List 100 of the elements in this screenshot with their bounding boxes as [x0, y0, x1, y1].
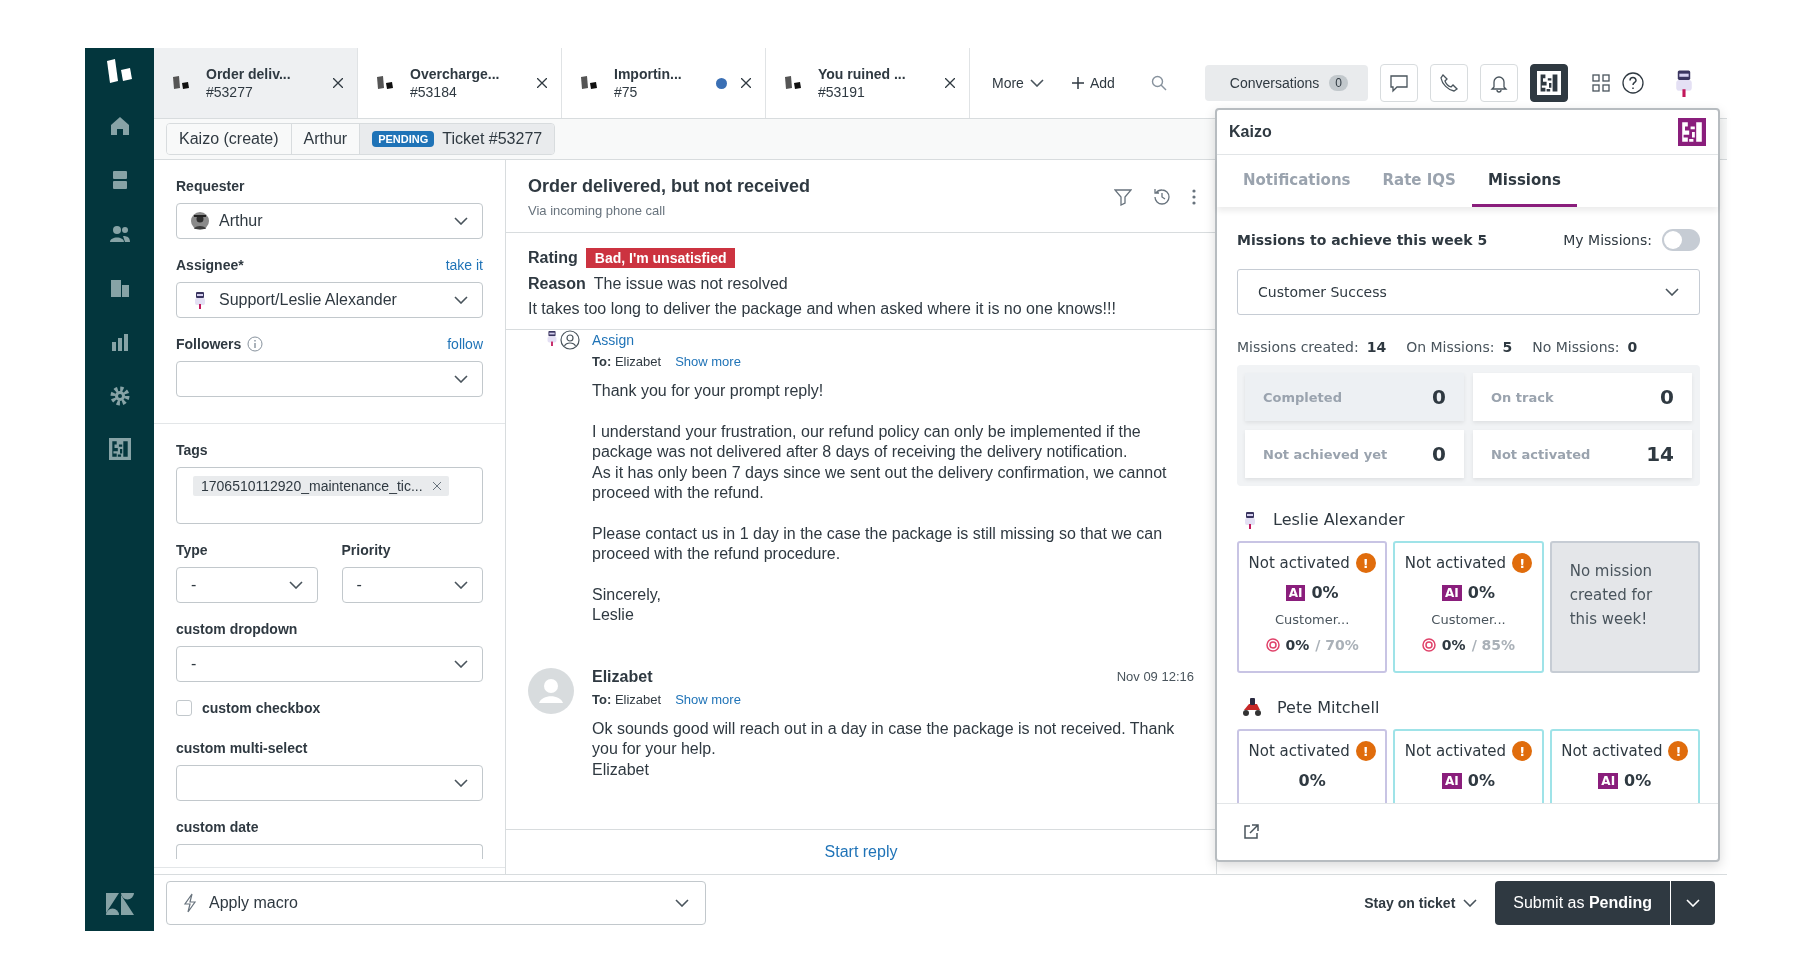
mission-percent: 0%: [1467, 771, 1495, 790]
tab-title: Importin...: [614, 65, 683, 83]
ticket-tab[interactable]: Order deliv... #53277: [154, 48, 358, 118]
add-button[interactable]: Add: [1063, 75, 1123, 91]
summary-tile[interactable]: Not activated 14: [1473, 430, 1692, 478]
tab-logo-icon: [172, 75, 192, 91]
mission-card[interactable]: Not activated ! 0%: [1237, 729, 1388, 803]
empty-mission-card: No mission created for this week!: [1549, 541, 1700, 673]
rating-badge: Bad, I'm unsatisfied: [585, 248, 736, 268]
tab-logo-icon: [376, 75, 396, 91]
history-icon[interactable]: [1152, 187, 1172, 207]
mission-percent: 0%: [1624, 771, 1652, 790]
field-link[interactable]: follow: [447, 336, 483, 352]
mission-card[interactable]: Not activated ! AI 0% Customer... 0% / 70%: [1237, 541, 1388, 673]
mission-card[interactable]: Not activated ! AI 0%: [1549, 729, 1700, 803]
mission-status: Not activated: [1248, 554, 1350, 572]
stay-on-ticket-button[interactable]: Stay on ticket: [1364, 895, 1478, 911]
tab-title: Order deliv...: [206, 65, 292, 83]
external-link-icon[interactable]: [1243, 824, 1259, 840]
close-icon[interactable]: [945, 78, 955, 88]
field-link[interactable]: take it: [445, 257, 483, 273]
warning-badge: !: [1512, 553, 1533, 573]
team-dropdown[interactable]: Customer Success: [1237, 269, 1700, 315]
message-paragraph: Ok sounds good will reach out in a day in case the package is not received. Thank you for your help. Elizabet: [592, 718, 1176, 780]
show-more-link[interactable]: Show more: [675, 691, 741, 707]
search-icon[interactable]: [1150, 75, 1167, 91]
close-icon[interactable]: [333, 78, 343, 88]
breadcrumb-item[interactable]: PENDING Ticket #53277: [360, 124, 555, 154]
mission-card[interactable]: Not activated ! AI 0% Customer... 0% / 85%: [1393, 541, 1544, 673]
mission-name: Customer...: [1431, 612, 1506, 627]
checkbox[interactable]: [176, 700, 192, 716]
lightning-icon: [183, 893, 197, 913]
field-label: Requester: [176, 178, 245, 194]
mission-stat: No Missions: 0: [1532, 339, 1638, 355]
product-logo-icon: [104, 58, 135, 84]
select-field[interactable]: Arthur: [176, 203, 483, 239]
warning-badge: !: [1355, 553, 1376, 573]
app-logo-icon: [108, 438, 131, 460]
filter-icon[interactable]: [1114, 188, 1132, 206]
field-label: custom multi-select: [176, 740, 308, 756]
mission-status: Not activated: [1561, 742, 1663, 760]
warning-badge: !: [1355, 741, 1376, 761]
phone-icon: [1439, 73, 1459, 93]
toggle-label: My Missions:: [1563, 232, 1652, 248]
conversations-button[interactable]: Conversations 0: [1204, 65, 1368, 101]
mission-card[interactable]: Not activated ! AI 0%: [1393, 729, 1544, 803]
select-field[interactable]: -: [341, 567, 483, 603]
chevron-down-icon: [454, 217, 468, 225]
breadcrumb-item[interactable]: Kaizo (create): [167, 124, 292, 154]
toolbar-button[interactable]: [1530, 64, 1568, 102]
target-icon: [1421, 638, 1436, 652]
apply-macro-field[interactable]: Apply macro: [166, 881, 706, 925]
show-more-link[interactable]: Show more: [675, 354, 741, 369]
more-button[interactable]: More: [984, 75, 1052, 91]
more-options-icon[interactable]: [1192, 189, 1196, 205]
field-label: custom date: [176, 819, 259, 835]
status-badge: PENDING: [372, 131, 435, 147]
warning-badge: !: [1668, 741, 1689, 761]
tab-title: You ruined ...: [818, 65, 907, 83]
chevron-down-icon: [288, 581, 303, 589]
message-paragraph: Please contact us in 1 day in the case the package is still missing so that we can proceed with the refund procedure.: [592, 523, 1164, 564]
summary-tile[interactable]: Not achieved yet 0: [1245, 430, 1464, 478]
summary-tile[interactable]: Completed 0: [1245, 373, 1464, 421]
kaizo-logo-icon: [1678, 118, 1706, 146]
select-field[interactable]: -: [176, 646, 483, 682]
ai-badge: AI: [1598, 772, 1619, 789]
panel-title: Kaizo: [1229, 123, 1272, 141]
close-icon[interactable]: [741, 78, 751, 88]
field-label: custom dropdown: [176, 621, 298, 637]
assign-link[interactable]: Assign: [592, 332, 635, 348]
bell-icon: [1489, 73, 1509, 93]
select-field[interactable]: -: [176, 567, 318, 603]
ticket-title: Order delivered, but not received: [528, 176, 812, 197]
ticket-channel: Via incoming phone call: [528, 203, 667, 218]
chevron-down-icon: [1686, 899, 1700, 907]
my-missions-toggle[interactable]: [1662, 229, 1700, 251]
submit-options-button[interactable]: [1670, 881, 1715, 925]
message-paragraph: I understand your frustration, our refund policy can only be implemented if the package was not delivered after 8 days of receiving the delivery notification. As it has only been 7 days since we sent out the delivery confirmation, we cannot proceed with the refund.: [592, 421, 1168, 503]
help-icon[interactable]: [1622, 72, 1644, 94]
chevron-down-icon: [454, 375, 468, 383]
ai-badge: AI: [1285, 584, 1306, 601]
submit-button[interactable]: Submit as Pending: [1495, 881, 1670, 925]
close-icon[interactable]: [537, 78, 547, 88]
message-paragraph: Sincerely, Leslie: [592, 584, 663, 625]
summary-tile[interactable]: On track 0: [1473, 373, 1692, 421]
message-paragraph: Thank you for your prompt reply!: [592, 381, 825, 401]
panel-tab[interactable]: Missions: [1471, 155, 1577, 207]
target-icon: [1265, 638, 1280, 652]
field-label: Followers: [176, 336, 242, 352]
recipient-text: To: Elizabet: [592, 691, 662, 707]
mission-percent: 0%: [1311, 583, 1339, 602]
mission-target: / 70%: [1315, 637, 1359, 653]
count-badge: 0: [1329, 75, 1348, 91]
zendesk-z-icon: [103, 891, 136, 917]
apps-grid-icon[interactable]: [1592, 74, 1610, 92]
chevron-down-icon: [454, 779, 468, 787]
tab-logo-icon: [784, 75, 804, 91]
start-reply-button[interactable]: Start reply: [824, 843, 898, 861]
select-field[interactable]: Support/Leslie Alexander: [176, 282, 483, 318]
tags-field[interactable]: 1706510112920_maintenance_tic...: [176, 467, 483, 524]
